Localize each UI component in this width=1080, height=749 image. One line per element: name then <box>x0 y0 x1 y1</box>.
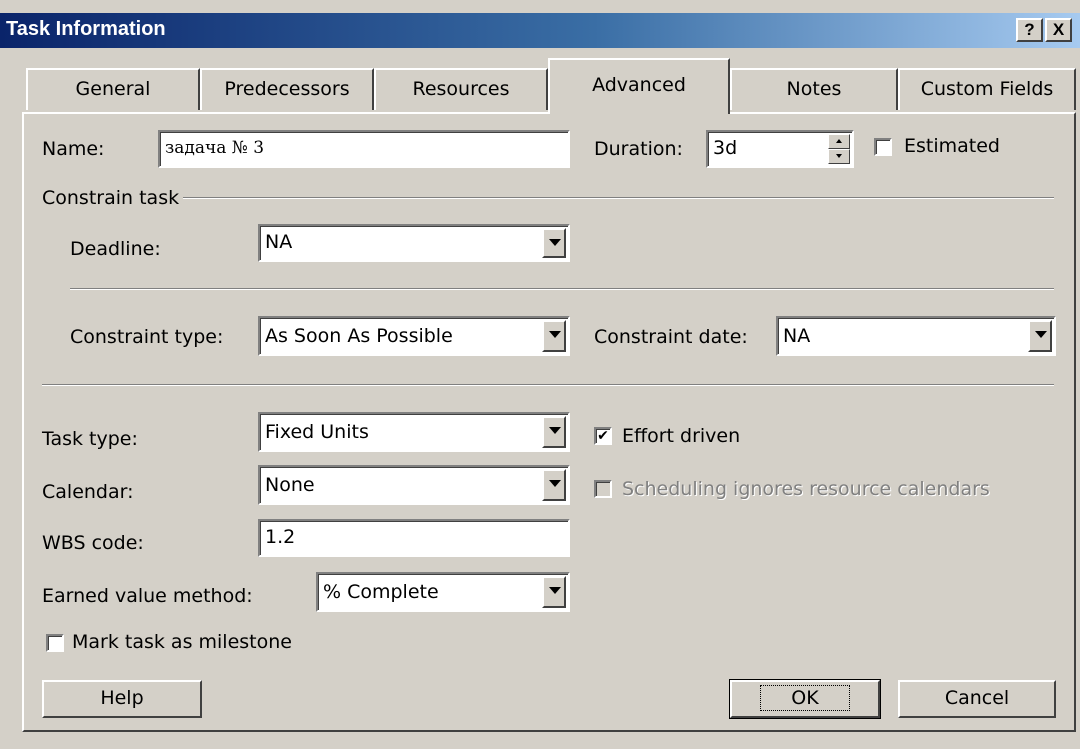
chevron-down-icon[interactable] <box>542 416 566 448</box>
constraint-date-value: NA <box>783 325 811 347</box>
chevron-down-icon[interactable] <box>542 576 566 608</box>
task-information-dialog: Task Information ? X General Predecessor… <box>0 0 1080 749</box>
divider-inner <box>70 288 1054 290</box>
tab-predecessors[interactable]: Predecessors <box>200 68 374 110</box>
task-type-select[interactable]: Fixed Units <box>258 412 570 452</box>
spin-down-icon[interactable] <box>828 149 850 164</box>
help-icon[interactable]: ? <box>1016 18 1043 42</box>
ok-button[interactable]: OK <box>729 679 881 719</box>
close-icon[interactable]: X <box>1045 18 1072 42</box>
spin-up-icon[interactable] <box>828 134 850 149</box>
deadline-select[interactable]: NA <box>258 224 570 262</box>
deadline-value: NA <box>265 231 293 253</box>
tab-general[interactable]: General <box>26 68 200 110</box>
mark-milestone-checkbox[interactable] <box>46 634 64 652</box>
constraint-date-label: Constraint date: <box>594 326 748 348</box>
wbs-code-label: WBS code: <box>42 532 144 554</box>
divider-main <box>42 384 1054 386</box>
estimated-label: Estimated <box>904 135 1000 157</box>
ok-button-label: OK <box>760 685 850 711</box>
cancel-button[interactable]: Cancel <box>898 680 1056 718</box>
mark-milestone-label: Mark task as milestone <box>72 631 292 653</box>
effort-driven-label: Effort driven <box>622 425 741 447</box>
duration-label: Duration: <box>594 138 683 160</box>
earned-value-method-select[interactable]: % Complete <box>316 572 570 612</box>
effort-driven-checkbox[interactable]: ✔ <box>594 427 612 445</box>
task-type-value: Fixed Units <box>265 421 369 443</box>
calendar-value: None <box>265 474 315 496</box>
constrain-task-group-label: Constrain task <box>42 187 184 209</box>
constraint-type-label: Constraint type: <box>70 326 224 348</box>
constraint-type-value: As Soon As Possible <box>265 325 453 347</box>
earned-value-method-label: Earned value method: <box>42 585 253 607</box>
constraint-date-select[interactable]: NA <box>776 316 1056 356</box>
duration-value: 3d <box>713 137 738 159</box>
help-button[interactable]: Help <box>42 680 202 718</box>
chevron-down-icon[interactable] <box>1028 320 1052 352</box>
tab-custom-fields[interactable]: Custom Fields <box>898 68 1076 110</box>
tab-notes[interactable]: Notes <box>730 68 898 110</box>
name-label: Name: <box>42 138 105 160</box>
earned-value-method-value: % Complete <box>323 581 439 603</box>
title-bar[interactable]: Task Information ? X <box>0 13 1080 48</box>
calendar-select[interactable]: None <box>258 465 570 505</box>
chevron-down-icon[interactable] <box>542 320 566 352</box>
estimated-checkbox[interactable] <box>874 138 892 156</box>
duration-input[interactable]: 3d <box>706 130 854 168</box>
tab-resources[interactable]: Resources <box>374 68 548 110</box>
scheduling-ignores-label: Scheduling ignores resource calendars <box>622 478 990 500</box>
window-title: Task Information <box>6 18 166 40</box>
chevron-down-icon[interactable] <box>542 469 566 501</box>
chevron-down-icon[interactable] <box>542 228 566 258</box>
tab-advanced[interactable]: Advanced <box>548 58 730 114</box>
name-input[interactable]: задача № 3 <box>158 130 570 168</box>
wbs-code-input[interactable]: 1.2 <box>258 519 570 557</box>
calendar-label: Calendar: <box>42 481 134 503</box>
constraint-type-select[interactable]: As Soon As Possible <box>258 316 570 356</box>
task-type-label: Task type: <box>42 428 138 450</box>
scheduling-ignores-checkbox <box>594 480 612 498</box>
constrain-group-divider <box>42 197 1054 199</box>
deadline-label: Deadline: <box>70 238 161 260</box>
duration-spinner[interactable] <box>828 134 850 164</box>
